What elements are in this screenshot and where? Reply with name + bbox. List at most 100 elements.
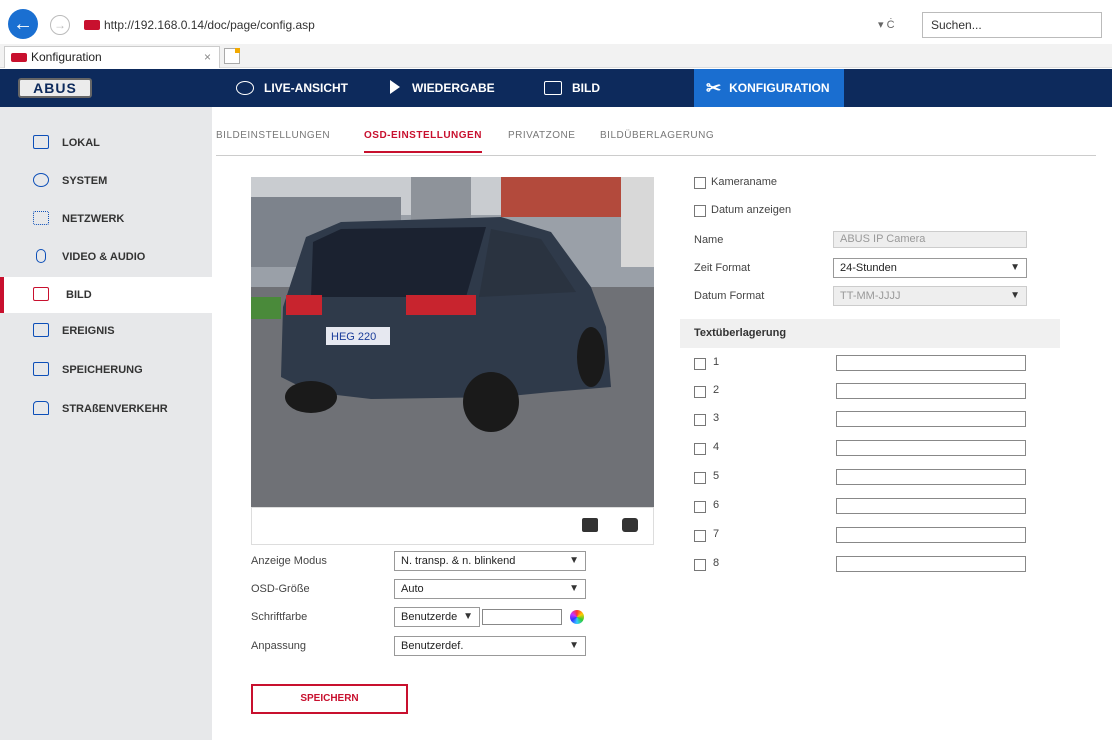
microphone-icon <box>36 249 46 263</box>
nav-label: KONFIGURATION <box>729 81 830 95</box>
gear-icon <box>33 173 49 187</box>
sidebar: LOKAL SYSTEM NETZWERK VIDEO & AUDIO BILD… <box>0 107 212 740</box>
sidebar-item-video-audio[interactable]: VIDEO & AUDIO <box>0 239 212 275</box>
overlay-row-number: 6 <box>713 499 720 511</box>
sidebar-item-bild[interactable]: BILD <box>0 277 212 313</box>
abus-logo: ABUS <box>18 78 92 98</box>
show-date-label: Datum anzeigen <box>711 204 792 216</box>
record-icon[interactable] <box>582 518 598 532</box>
site-favicon-icon <box>84 20 100 30</box>
sidebar-item-strassenverkehr[interactable]: STRAßENVERKEHR <box>0 391 212 427</box>
date-format-select[interactable]: TT-MM-JJJJ ▼ <box>833 286 1027 306</box>
sidebar-item-netzwerk[interactable]: NETZWERK <box>0 201 212 237</box>
chevron-down-icon: ▼ <box>463 611 473 622</box>
url-text: http://192.168.0.14/doc/page/config.asp <box>104 18 315 32</box>
license-plate: HEG 220 <box>331 331 376 343</box>
snapshot-icon[interactable] <box>622 518 638 532</box>
overlay-text-input[interactable] <box>836 355 1026 371</box>
monitor-icon <box>33 135 49 149</box>
overlay-text-input[interactable] <box>836 440 1026 456</box>
sidebar-item-lokal[interactable]: LOKAL <box>0 125 212 161</box>
subtab-bar: BILDEINSTELLUNGEN OSD-EINSTELLUNGEN PRIV… <box>216 122 1096 156</box>
overlay-text-input[interactable] <box>836 498 1026 514</box>
overlay-text-input[interactable] <box>836 383 1026 399</box>
nav-playback[interactable]: WIEDERGABE <box>378 69 495 107</box>
overlay-checkbox[interactable] <box>694 443 706 455</box>
tab-privatzone[interactable]: PRIVATZONE <box>508 130 575 141</box>
preview-toolbar <box>251 507 654 545</box>
alignment-label: Anpassung <box>251 640 307 652</box>
play-icon <box>390 80 400 94</box>
sidebar-item-system[interactable]: SYSTEM <box>0 163 212 199</box>
sidebar-item-ereignis[interactable]: EREIGNIS <box>0 313 212 349</box>
nav-label: LIVE-ANSICHT <box>264 81 348 95</box>
url-field[interactable]: http://192.168.0.14/doc/page/config.asp <box>80 14 910 36</box>
font-color-label: Schriftfarbe <box>251 611 308 623</box>
overlay-row-number: 3 <box>713 412 720 424</box>
chevron-down-icon: ▼ <box>569 640 579 651</box>
car-icon <box>33 401 49 415</box>
overlay-checkbox[interactable] <box>694 414 706 426</box>
network-icon <box>33 211 49 225</box>
new-tab-icon[interactable] <box>224 48 240 64</box>
tab-close-icon[interactable]: × <box>204 47 211 67</box>
overlay-checkbox[interactable] <box>694 530 706 542</box>
nav-configuration[interactable]: ✂ KONFIGURATION <box>694 69 844 107</box>
sidebar-item-label: LOKAL <box>62 137 100 149</box>
overlay-checkbox[interactable] <box>694 559 706 571</box>
date-format-label: Datum Format <box>694 290 765 302</box>
tab-osd-einstellungen[interactable]: OSD-EINSTELLUNGEN <box>364 130 482 153</box>
display-mode-select[interactable]: N. transp. & n. blinkend ▼ <box>394 551 586 571</box>
camera-preview-image: HEG 220 <box>251 177 654 507</box>
sidebar-item-label: EREIGNIS <box>62 325 115 337</box>
camera-preview: HEG 220 <box>251 177 654 507</box>
overlay-checkbox[interactable] <box>694 472 706 484</box>
show-date-checkbox[interactable] <box>694 205 706 217</box>
chevron-down-icon: ▼ <box>569 555 579 566</box>
chevron-down-icon: ▼ <box>569 583 579 594</box>
time-format-select[interactable]: 24-Stunden ▼ <box>833 258 1027 278</box>
tab-title: Konfiguration <box>31 50 102 64</box>
sidebar-item-label: SPEICHERUNG <box>62 364 143 376</box>
sidebar-item-label: BILD <box>66 289 92 301</box>
overlay-row-number: 1 <box>713 356 720 368</box>
overlay-checkbox[interactable] <box>694 501 706 513</box>
overlay-checkbox[interactable] <box>694 358 706 370</box>
storage-icon <box>33 362 49 376</box>
sidebar-item-speicherung[interactable]: SPEICHERUNG <box>0 352 212 388</box>
overlay-row-number: 5 <box>713 470 720 482</box>
overlay-text-input[interactable] <box>836 556 1026 572</box>
nav-image[interactable]: BILD <box>532 69 600 107</box>
osd-size-select[interactable]: Auto ▼ <box>394 579 586 599</box>
alignment-select[interactable]: Benutzerdef. ▼ <box>394 636 586 656</box>
url-controls[interactable]: ▾ Ċ <box>878 18 895 31</box>
font-color-select[interactable]: Benutzerde ▼ <box>394 607 480 627</box>
save-button[interactable]: SPEICHERN <box>251 684 408 714</box>
browser-tab[interactable]: Konfiguration × <box>4 46 220 68</box>
eye-icon <box>236 81 254 95</box>
tab-bildeinstellungen[interactable]: BILDEINSTELLUNGEN <box>216 130 330 141</box>
name-input[interactable]: ABUS IP Camera <box>833 231 1027 248</box>
overlay-row-number: 7 <box>713 528 720 540</box>
overlay-row-number: 8 <box>713 557 720 569</box>
overlay-text-input[interactable] <box>836 411 1026 427</box>
text-overlay-header: Textüberlagerung <box>680 319 1060 348</box>
overlay-text-input[interactable] <box>836 469 1026 485</box>
date-format-value: TT-MM-JJJJ <box>840 290 901 302</box>
browser-search-input[interactable]: Suchen... <box>922 12 1102 38</box>
tab-bilduberlagerung[interactable]: BILDÜBERLAGERUNG <box>600 130 714 141</box>
nav-live-view[interactable]: LIVE-ANSICHT <box>224 69 348 107</box>
forward-button[interactable]: → <box>50 15 70 35</box>
overlay-row-number: 2 <box>713 384 720 396</box>
camera-name-checkbox[interactable] <box>694 177 706 189</box>
color-picker-icon[interactable] <box>570 610 584 624</box>
sidebar-item-label: SYSTEM <box>62 175 108 187</box>
overlay-text-input[interactable] <box>836 527 1026 543</box>
osd-size-value: Auto <box>401 583 424 595</box>
time-format-value: 24-Stunden <box>840 262 897 274</box>
font-color-hex-input[interactable] <box>482 609 562 625</box>
back-button[interactable]: ← <box>8 9 38 39</box>
sidebar-item-label: STRAßENVERKEHR <box>62 403 168 415</box>
browser-address-bar: ← → http://192.168.0.14/doc/page/config.… <box>0 0 1112 44</box>
overlay-checkbox[interactable] <box>694 386 706 398</box>
